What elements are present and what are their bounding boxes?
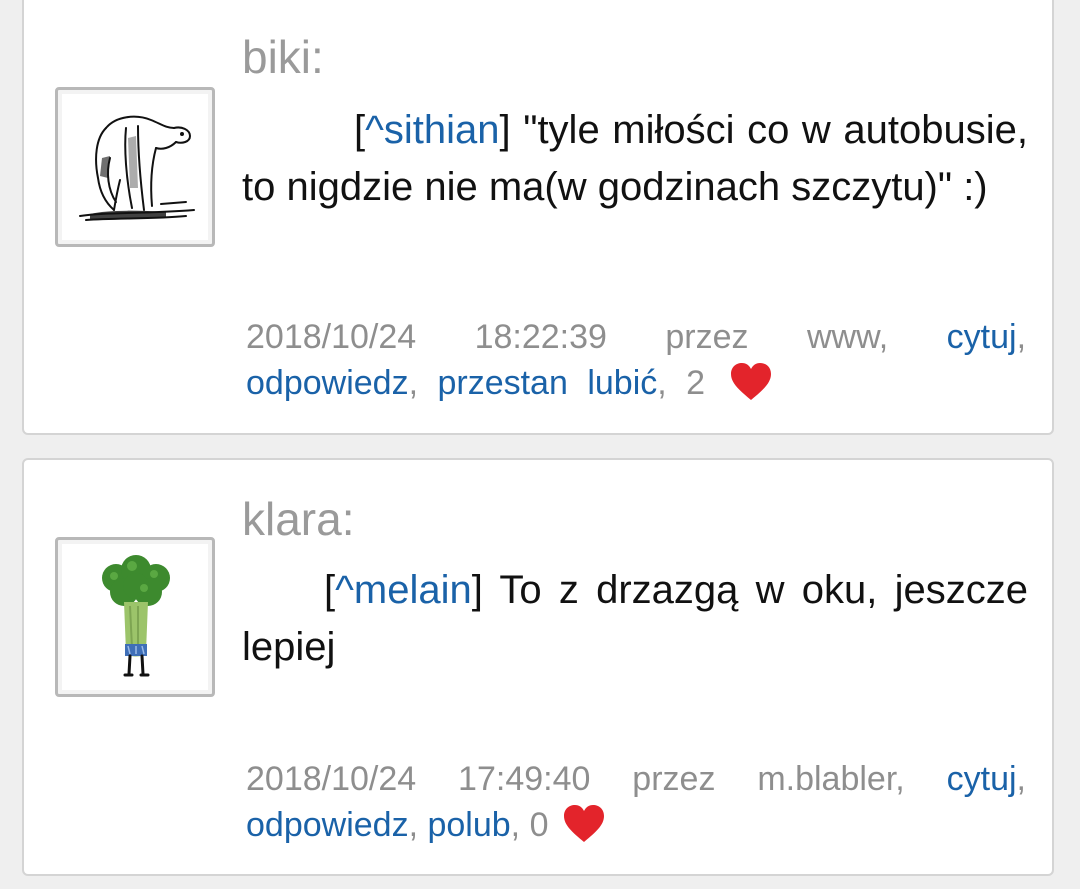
comment-body: [^melain] To z drzazgą w oku, jeszcze le… <box>242 568 1028 669</box>
mention-link[interactable]: ^melain <box>335 568 472 612</box>
like-link[interactable]: polub <box>427 806 510 844</box>
quote-link[interactable]: cytuj <box>947 318 1017 356</box>
comment-datetime: 2018/10/24 18:22:39 <box>246 318 607 356</box>
comment-text: "tyle miłości co w autobusie, to nigdzie… <box>242 108 1028 209</box>
comment-body: [^sithian] "tyle miłości co w autobusie,… <box>242 108 1028 209</box>
heart-icon <box>730 363 771 400</box>
heart-icon <box>563 805 604 842</box>
quote-link[interactable]: cytuj <box>947 760 1017 798</box>
comment-source: przez www, <box>665 318 889 356</box>
comment-card: biki: [^sithian] "tyle miłości co w auto… <box>22 0 1054 435</box>
reply-link[interactable]: odpowiedz <box>246 806 409 844</box>
like-count: 0 <box>529 806 549 844</box>
reply-link[interactable]: odpowiedz <box>246 364 409 402</box>
user-avatar[interactable] <box>55 537 215 697</box>
user-avatar[interactable] <box>55 87 215 247</box>
like-count: 2 <box>686 364 706 402</box>
comment-source: przez m.blabler, <box>632 760 905 798</box>
comment-author[interactable]: biki: <box>242 34 324 80</box>
broccoli-character-icon <box>102 555 170 677</box>
mention-link[interactable]: ^sithian <box>365 108 499 152</box>
comment-meta: 2018/10/24 18:22:39 przez www, cytuj, od… <box>246 318 1027 402</box>
comment-card: klara: [^melain] To z drzazgą w oku, jes… <box>22 458 1054 876</box>
comment-datetime: 2018/10/24 17:49:40 <box>246 760 591 798</box>
comment-meta: 2018/10/24 17:49:40 przez m.blabler, cyt… <box>246 760 1026 844</box>
comment-author[interactable]: klara: <box>242 496 354 542</box>
like-toggle-link[interactable]: przestan lubić <box>437 364 657 402</box>
vulture-sketch-icon <box>79 115 195 221</box>
